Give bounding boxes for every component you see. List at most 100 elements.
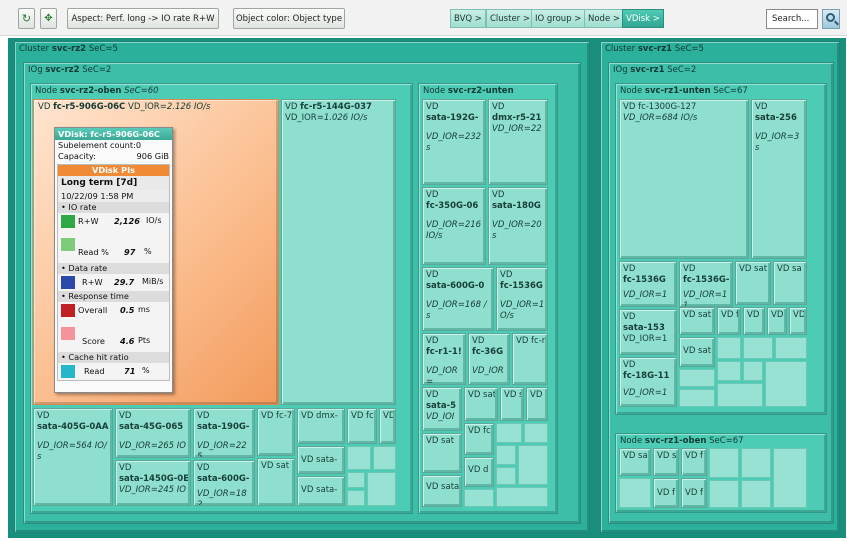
breadcrumb-cluster[interactable]: Cluster > [486, 9, 534, 28]
breadcrumb-node[interactable]: Node > [584, 9, 625, 28]
vdisk-tile[interactable] [741, 448, 771, 478]
node-svc-rz1-unten[interactable]: Node svc-rz1-unten SeC=67 VD fc-1300G-12… [615, 83, 827, 415]
vdisk-tile[interactable]: VD sata-5 VD_IOI [422, 387, 462, 431]
vdisk-tile[interactable] [773, 448, 807, 508]
vdisk-tile[interactable]: VD sat [679, 337, 715, 367]
node-svc-rz2-unten[interactable]: Node svc-rz2-unten VD sata-192G- VD_IOR=23… [418, 83, 558, 514]
vdisk-tile[interactable]: VD fc-1300G-127 VD_IOR=684 IO/s [619, 99, 749, 259]
vdisk-tile[interactable]: VD sata-600G- VD_IOR=182 [193, 460, 255, 506]
search-input[interactable]: Search... [766, 9, 818, 29]
color-swatch [61, 215, 75, 228]
zoom-fit-button[interactable]: ✥ [40, 8, 57, 29]
vdisk-tile[interactable]: VD s [500, 387, 524, 421]
vdisk-tile[interactable]: VD fc-350G-06 VD_IOR=216 IO/s [422, 187, 486, 265]
vdisk-tile[interactable]: VD sat [679, 307, 715, 335]
vdisk-tile[interactable]: VD dmx-r5-21 VD_IOR=22 [488, 99, 548, 185]
vdisk-tile[interactable] [679, 369, 715, 387]
vdisk-tile[interactable] [717, 337, 741, 359]
vdisk-tile[interactable]: VD dmx- [297, 408, 345, 444]
vdisk-tile[interactable] [496, 423, 522, 443]
vdisk-tile[interactable] [717, 361, 741, 381]
node-svc-rz1-oben[interactable]: Node svc-rz1-oben SeC=67 VD sat VD s VD … [615, 433, 827, 513]
vdisk-tile[interactable]: VD sata- [297, 476, 345, 506]
vdisk-tile[interactable] [765, 361, 807, 407]
vdisk-tile[interactable]: VD fc-r [512, 333, 548, 385]
vdisk-tile[interactable] [347, 446, 371, 470]
vdisk-tile[interactable]: VD fc-r1-1! VD_IOR= [422, 333, 466, 385]
vdisk-tile[interactable]: VD sata-1450G-0E VD_IOR=245 IO [115, 460, 191, 506]
vdisk-tile[interactable] [496, 467, 516, 485]
iogroup-label: IOg svc-rz2 SeC=2 [28, 65, 112, 75]
vdisk-tile[interactable]: VD sa [773, 261, 807, 305]
vdisk-tile[interactable]: VD sata [422, 475, 462, 507]
vdisk-tile[interactable] [741, 480, 771, 508]
vdisk-tile[interactable] [464, 489, 494, 507]
vdisk-tile[interactable]: VD f [717, 307, 741, 335]
vdisk-tile[interactable]: VD sata-256 VD_IOR=3 s [751, 99, 807, 259]
vdisk-tile[interactable]: VD : [379, 408, 396, 444]
node-label: Node svc-rz1-unten SeC=67 [620, 86, 748, 96]
vdisk-tile[interactable]: VD fc-18G-11 VD_IOR=1 [619, 357, 677, 407]
refresh-button[interactable]: ↻ [18, 8, 35, 29]
cluster-svc-rz1[interactable]: Cluster svc-rz1 SeC=5 IOg svc-rz1 SeC=2 … [600, 41, 840, 533]
iogroup-svc-rz1[interactable]: IOg svc-rz1 SeC=2 Node svc-rz1-unten SeC… [608, 62, 834, 524]
vdisk-tile[interactable]: VD f [681, 478, 707, 508]
vdisk-tile[interactable]: VD sat [257, 458, 295, 506]
vdisk-tile[interactable]: VD f [681, 448, 707, 476]
vdisk-tile[interactable] [496, 487, 548, 507]
vdisk-tile[interactable]: VD s [526, 387, 548, 421]
vdisk-tile[interactable] [709, 480, 739, 508]
vdisk-tile[interactable] [367, 472, 396, 506]
vdisk-tile[interactable]: VD r [767, 307, 787, 335]
vdisk-tile[interactable]: VD sata-190G- VD_IOR=225 [193, 408, 255, 458]
capacity-row: Capacity: 906 GiB [58, 151, 169, 161]
vdisk-tile[interactable]: VD sata-45G-065 VD_IOR=265 IO [115, 408, 191, 458]
object-color-button[interactable]: Object color: Object type [233, 8, 345, 29]
vdisk-tile[interactable]: VD fc-r5-144G-037 VD_IOR=1.026 IO/s [281, 99, 396, 405]
vdisk-tile[interactable]: VD fc-1536G VD_IOR=1 [619, 261, 677, 307]
vdisk-tile[interactable]: VD sata-405G-0AA VD_IOR=564 IO/ s [33, 408, 113, 506]
vdisk-tile[interactable]: VD sat [735, 261, 771, 305]
search-button[interactable] [822, 9, 840, 29]
vdisk-tile[interactable]: VD fc [464, 423, 494, 455]
vdisk-tile[interactable]: VD sata-600G-0 VD_IOR=168 / s [422, 267, 494, 331]
vdisk-tile[interactable]: VD sata-192G- VD_IOR=232 s [422, 99, 486, 185]
vdisk-tile[interactable] [619, 478, 651, 508]
vdisk-tile[interactable] [743, 337, 773, 359]
breadcrumb-bvq[interactable]: BVQ > [450, 9, 486, 28]
vdisk-tile[interactable] [775, 337, 807, 359]
iogroup-label: IOg svc-rz1 SeC=2 [613, 65, 697, 75]
vdisk-tile[interactable]: VD sata-180G VD_IOR=20 s [488, 187, 548, 265]
breadcrumb-vdisk[interactable]: VDisk > [622, 9, 664, 28]
breadcrumb-io-group[interactable]: IO group > [531, 9, 586, 28]
vdisk-tile[interactable] [373, 446, 396, 470]
vdisk-tile[interactable] [347, 490, 365, 506]
vdisk-tile[interactable]: VD s [743, 307, 765, 335]
metric-overall: Overall 0.5 ms [58, 302, 169, 327]
section-response-time: • Response time [58, 291, 169, 302]
vdisk-tile[interactable] [347, 472, 365, 488]
vdisk-tile[interactable]: VD fc [347, 408, 377, 444]
vdisk-tile[interactable]: VD fc-36G VD_IOR [468, 333, 510, 385]
vdisk-tile[interactable] [743, 361, 763, 381]
vdisk-tile[interactable]: VD sata-153 VD_IOR=1 [619, 309, 677, 355]
vdisk-tile[interactable]: VD f [653, 478, 679, 508]
vdisk-tile[interactable]: VD sata- [297, 446, 345, 474]
vdisk-tile[interactable] [524, 423, 548, 443]
vdisk-tile[interactable] [518, 445, 548, 485]
vdisk-tile[interactable] [717, 383, 763, 407]
vdisk-tile[interactable]: VD sat [619, 448, 651, 476]
vdisk-tile[interactable] [496, 445, 516, 465]
vdisk-tile[interactable]: VD [789, 307, 807, 335]
vdisk-tile[interactable]: VD d [464, 457, 494, 487]
vdisk-tile[interactable]: VD sat [422, 433, 462, 473]
vdisk-tile[interactable]: VD sat [464, 387, 498, 421]
cluster-label: Cluster svc-rz1 SeC=5 [605, 44, 704, 54]
vdisk-tile[interactable]: VD s [653, 448, 679, 476]
vdisk-tile[interactable] [679, 389, 715, 407]
vdisk-tile[interactable] [709, 448, 739, 478]
aspect-button[interactable]: Aspect: Perf. long -> IO rate R+W [67, 8, 219, 29]
vdisk-tile[interactable]: VD fc-7 [257, 408, 295, 456]
vdisk-tile[interactable]: VD fc-1536G- VD_IOR=11 [679, 261, 733, 307]
vdisk-tile[interactable]: VD fc-1536G VD_IOR=1 O/s [496, 267, 548, 331]
